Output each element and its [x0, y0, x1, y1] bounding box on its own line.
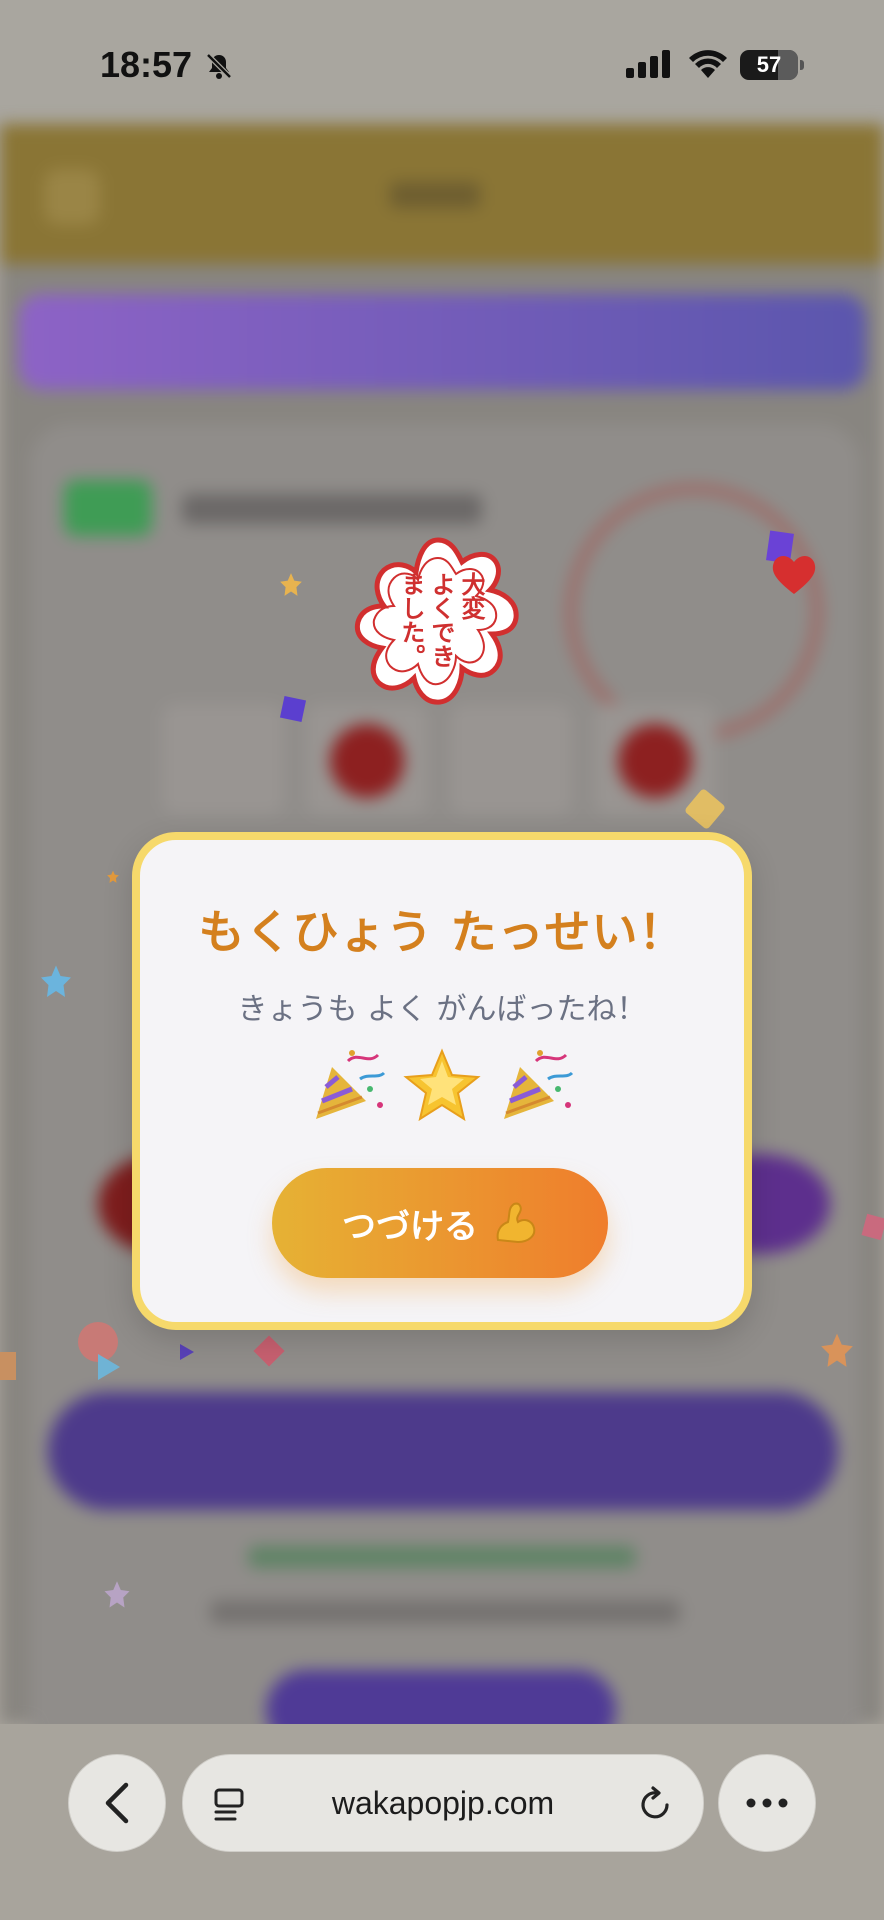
- party-popper-icon: [504, 1050, 574, 1119]
- battery-indicator: 57: [740, 50, 804, 80]
- confetti-star-icon: [821, 1333, 853, 1367]
- chevron-left-icon: [105, 1782, 129, 1824]
- glowing-star-icon: [403, 1048, 481, 1122]
- wifi-icon: [689, 50, 727, 78]
- url-text: wakapopjp.com: [331, 1785, 555, 1821]
- bg-cell: [162, 704, 284, 814]
- emoji-row: [140, 1040, 744, 1130]
- continue-button-label: つづける: [342, 1206, 478, 1247]
- dialog-subtitle: きょうも よく がんばったね！: [237, 992, 647, 1027]
- confetti-star-icon: [107, 870, 119, 883]
- achievement-stamp: 大変 よくでき ました。: [340, 528, 536, 728]
- confetti-star-icon: [41, 965, 71, 997]
- more-icon: [746, 1798, 788, 1808]
- battery-level: 57: [756, 52, 782, 77]
- bell-muted-icon: [206, 53, 232, 79]
- browser-toolbar: wakapopjp.com: [0, 1724, 884, 1920]
- bg-badge: [64, 480, 152, 536]
- confetti-star-icon: [280, 573, 302, 596]
- status-bar: 18:57 57: [0, 0, 884, 124]
- bg-heading: [182, 494, 482, 524]
- reload-icon[interactable]: [639, 1785, 673, 1821]
- address-bar[interactable]: wakapopjp.com: [182, 1754, 704, 1852]
- back-button[interactable]: [68, 1754, 166, 1852]
- cellular-signal-icon: [626, 50, 670, 78]
- bg-button: [48, 1392, 838, 1510]
- bg-title: [390, 182, 480, 208]
- bg-text: [248, 1546, 636, 1568]
- party-popper-icon: [316, 1050, 386, 1119]
- confetti-square: [0, 1352, 16, 1380]
- bg-text: [210, 1600, 680, 1624]
- confetti-triangle: [180, 1344, 194, 1360]
- bg-stamp: [566, 484, 822, 740]
- confetti-square: [279, 695, 307, 723]
- bg-red-ball: [618, 724, 692, 798]
- bg-menu-icon: [44, 169, 100, 225]
- status-time: 18:57: [100, 44, 193, 85]
- more-button[interactable]: [718, 1754, 816, 1852]
- confetti-triangle: [98, 1354, 120, 1380]
- stamp-text: 大変 よくでき ました。: [397, 572, 485, 668]
- confetti-star-icon: [104, 1581, 130, 1608]
- dialog-title: もくひょう たっせい！: [198, 905, 686, 959]
- bg-banner: [18, 294, 866, 390]
- flexed-biceps-icon: [496, 1202, 536, 1244]
- confetti-heart-icon: [772, 556, 816, 594]
- continue-button[interactable]: つづける: [272, 1168, 608, 1278]
- bg-red-ball: [330, 724, 404, 798]
- goal-achieved-dialog: もくひょう たっせい！ きょうも よく がんばったね！ つづける: [132, 832, 752, 1330]
- bg-header: [0, 124, 884, 264]
